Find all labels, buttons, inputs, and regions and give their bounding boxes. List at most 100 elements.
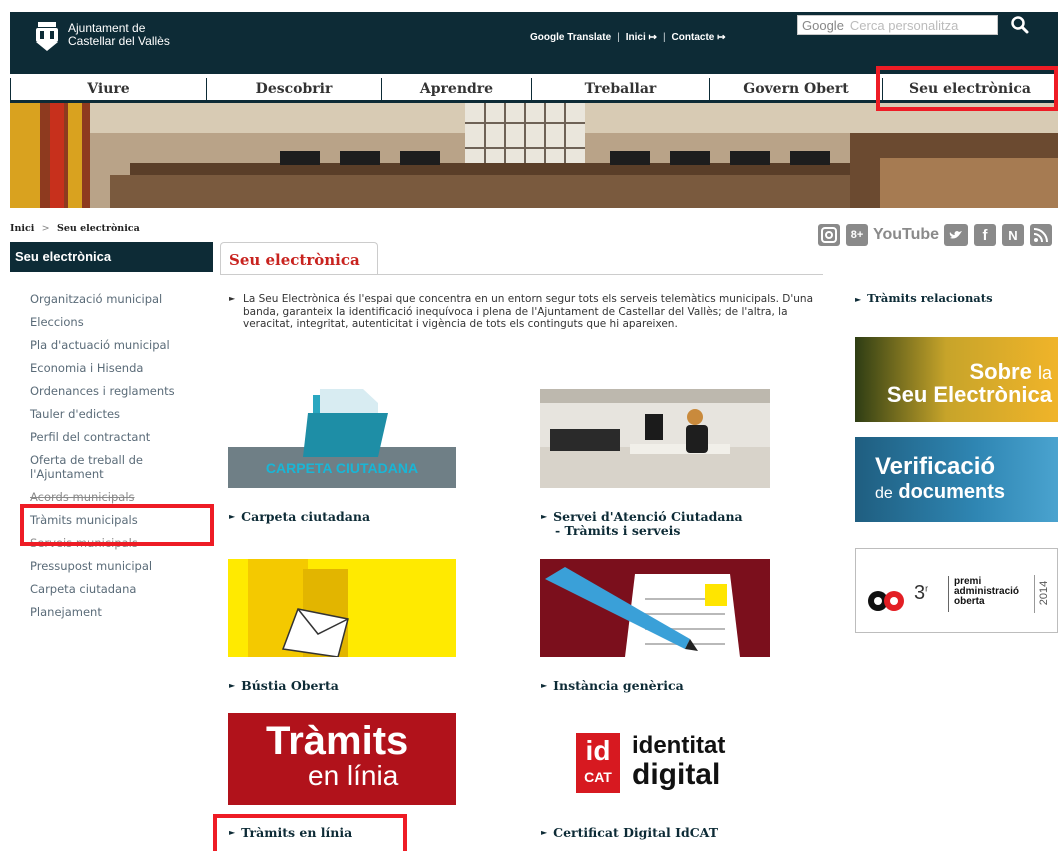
site-logo[interactable]: Ajuntament de Castellar del Vallès [34,22,170,52]
verificacio-line1: Verificació [875,453,996,480]
contacte-link-label: Contacte [671,32,715,43]
top-links: Google Translate | Inici ↦ | Contacte ↦ [530,32,726,43]
bullet-icon: ► [541,680,548,690]
breadcrumb: Inici > Seu electrònica [10,223,140,234]
sidebar-item-ordenances[interactable]: Ordenances i reglaments [30,384,215,398]
pen-document-icon [540,559,770,657]
sidebar-item-organitzacio[interactable]: Organització municipal [30,292,215,306]
verificacio-line2: de documents [875,481,1005,505]
tramits-relacionats-link[interactable]: ► Tràmits relacionats [855,291,993,305]
bullet-icon: ► [855,294,862,304]
sobre-seu-la: la [1037,363,1052,383]
bustia-oberta-image[interactable] [228,559,456,657]
premi-line3: oberta [954,596,985,607]
premi-number: 3 [914,582,926,604]
page-title: Seu electrònica [220,242,378,274]
bullet-icon: ► [229,294,236,303]
sidebar-item-economia[interactable]: Economia i Hisenda [30,361,215,375]
search-input[interactable]: Google Cerca personalitza [797,15,998,35]
sidebar-item-eleccions[interactable]: Eleccions [30,315,215,329]
social-links: 8+ YouTube f N [818,223,1052,247]
verificacio-de: de [875,485,893,502]
instancia-generica-image[interactable] [540,559,770,657]
org-name-line2: Castellar del Vallès [68,34,170,48]
search-brand: Google [802,18,844,33]
instancia-generica-link[interactable]: ► Instància genèrica [541,678,684,693]
nav-govern-obert[interactable]: Govern Obert [710,78,883,103]
coat-of-arms-icon [34,22,60,52]
carpeta-ciutadana-image[interactable]: CARPETA CIUTADANA [228,385,456,488]
bustia-oberta-link[interactable]: ► Bústia Oberta [229,678,339,693]
exit-arrow-icon: ↦ [717,32,726,43]
hero-banner [10,103,1058,208]
nav-treballar[interactable]: Treballar [532,78,710,103]
contacte-link[interactable]: Contacte ↦ [672,32,726,43]
inici-link[interactable]: Inici ↦ [626,32,657,43]
tramits-image-line2: en línia [308,760,399,791]
verificacio-documents-banner[interactable]: Verificació de documents [855,437,1058,522]
tramits-relacionats-label: Tràmits relacionats [867,291,993,305]
sac-link[interactable]: ► Servei d'Atenció Ciutadana - Tràmits i … [541,509,743,538]
bullet-icon: ► [229,511,236,521]
carpeta-ciutadana-link[interactable]: ► Carpeta ciutadana [229,509,370,524]
idcat-link[interactable]: ► Certificat Digital IdCAT [541,825,718,840]
carpeta-image-text: CARPETA CIUTADANA [265,460,419,476]
idcat-label: Certificat Digital IdCAT [553,825,718,840]
tramits-image-line1: Tràmits [266,719,409,763]
sobre-seu-text: Sobre la Seu Electrònica [887,361,1052,406]
youtube-icon[interactable]: YouTube [873,224,939,246]
sidebar-item-oferta-treball[interactable]: Oferta de treball de l'Ajuntament [30,453,215,481]
n-icon[interactable]: N [1002,224,1024,246]
premi-ordinal: r [925,583,929,594]
idcat-image-line2: digital [632,758,721,791]
instancia-generica-label: Instància genèrica [553,678,684,693]
intro-paragraph: ► La Seu Electrònica és l'espai que conc… [229,293,827,331]
nav-viure[interactable]: Viure [10,78,207,103]
sidebar-item-pressupost[interactable]: Pressupost municipal [30,559,215,573]
nav-descobrir[interactable]: Descobrir [207,78,382,103]
sac-label-line1: Servei d'Atenció Ciutadana [553,509,743,524]
highlight-tramits-municipals [20,504,214,546]
exit-arrow-icon: ↦ [648,32,657,43]
premi-rank: 3r [914,582,928,605]
carpeta-ciutadana-label: Carpeta ciutadana [241,509,371,524]
verificacio-documents: documents [898,481,1006,503]
sobre-seu-banner[interactable]: Sobre la Seu Electrònica [855,337,1058,422]
intro-text: La Seu Electrònica és l'espai que concen… [243,293,814,330]
sac-office-image[interactable] [540,389,770,488]
instagram-icon[interactable] [818,224,840,246]
twitter-icon[interactable] [944,224,968,246]
facebook-icon[interactable]: f [974,224,996,246]
sac-label-line2: - Tràmits i serveis [555,523,681,538]
sidebar-item-carpeta[interactable]: Carpeta ciutadana [30,582,215,596]
bullet-icon: ► [541,827,548,837]
sidebar-item-acords[interactable]: Acords municipals [30,490,215,504]
sidebar-title: Seu electrònica [10,242,213,272]
bullet-icon: ► [541,511,548,521]
premi-divider [1034,575,1035,613]
rss-icon[interactable] [1030,224,1052,246]
search-placeholder: Cerca personalitza [849,18,959,33]
title-divider [220,274,823,275]
tramits-en-linia-image[interactable]: Tràmits en línia [228,713,456,805]
premi-text: premi administració oberta [954,577,1019,607]
inici-link-label: Inici [625,32,646,43]
breadcrumb-home[interactable]: Inici [10,223,34,234]
search-button[interactable] [1008,14,1032,36]
idcat-image-line1: identitat [632,732,726,759]
council-chamber-image [10,103,1058,208]
nav-aprendre[interactable]: Aprendre [382,78,532,103]
idcat-image[interactable]: id CAT identitat digital [540,713,770,805]
search-icon [1011,16,1029,34]
premi-administracio-banner[interactable]: 3r premi administració oberta 2014 [855,548,1058,633]
sidebar-item-perfil-contractant[interactable]: Perfil del contractant [30,430,215,444]
sidebar-item-planejament[interactable]: Planejament [30,605,215,619]
sidebar-item-pla-actuacio[interactable]: Pla d'actuació municipal [30,338,215,352]
sidebar-item-tauler[interactable]: Tauler d'edictes [30,407,215,421]
google-translate-link[interactable]: Google Translate [530,32,611,43]
idcat-logo-id: id [585,735,611,766]
bustia-oberta-label: Bústia Oberta [241,678,339,693]
highlight-tramits-en-linia [213,814,407,851]
googleplus-icon[interactable]: 8+ [846,224,868,246]
highlight-seu-electronica [876,66,1058,111]
